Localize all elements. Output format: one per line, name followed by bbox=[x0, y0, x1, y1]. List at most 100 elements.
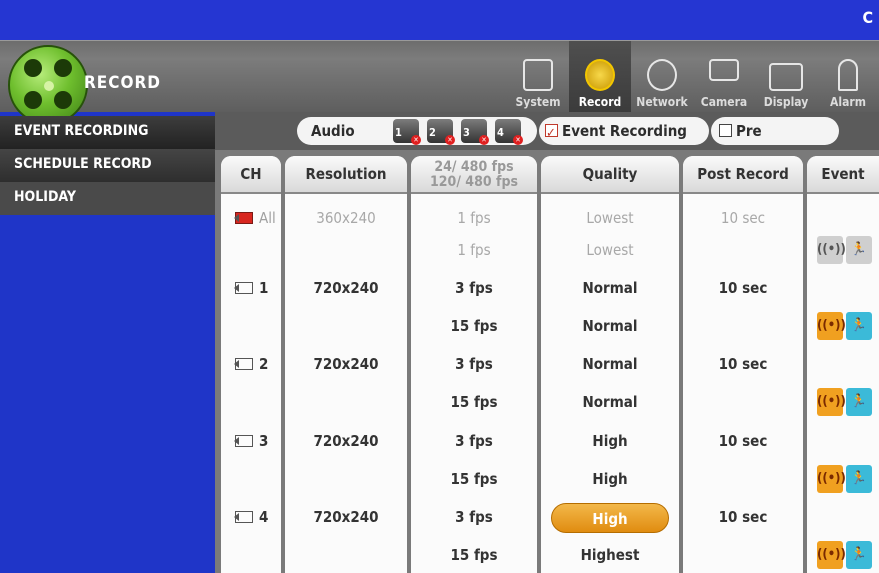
audio-channel-3-mic-icon[interactable]: 3 ✕ bbox=[461, 119, 489, 145]
camera-icon bbox=[234, 282, 253, 294]
nav-label: Network bbox=[636, 95, 688, 109]
quality-event-cell[interactable]: Normal bbox=[541, 308, 679, 345]
post-record-cell[interactable]: 10 sec bbox=[683, 270, 803, 307]
resolution-cell[interactable]: 720x240 bbox=[285, 346, 407, 383]
fps-header: 24/ 480 fps 120/ 480 fps bbox=[411, 156, 537, 194]
audio-label: Audio bbox=[311, 122, 355, 140]
nav-display[interactable]: Display bbox=[755, 41, 817, 113]
resolution-cell[interactable]: 720x240 bbox=[285, 270, 407, 307]
motion-icon[interactable]: 🏃 bbox=[846, 236, 872, 264]
fps-header-line1: 24/ 480 fps bbox=[434, 159, 514, 175]
fps-event-cell[interactable]: 15 fps bbox=[411, 384, 537, 421]
sidebar-item-schedule-record[interactable]: SCHEDULE RECORD bbox=[0, 149, 215, 182]
record-table: CH All 1 2 3 4 Resolution 360x240 720x24… bbox=[215, 150, 879, 573]
ch-cell[interactable]: 4 bbox=[221, 499, 281, 536]
pre-recording-toggle[interactable]: Pre Recording bbox=[711, 117, 839, 168]
resolution-column: Resolution 360x240 720x240 720x240 720x2… bbox=[285, 156, 407, 573]
nav-label: System bbox=[515, 95, 561, 109]
camera-icon bbox=[234, 435, 253, 447]
quality-event-cell[interactable]: Lowest bbox=[541, 232, 679, 269]
pre-recording-checkbox[interactable] bbox=[719, 124, 732, 137]
event-triggers-all[interactable]: ((•)) 🏃 bbox=[817, 236, 873, 264]
ch-all-cell[interactable]: All bbox=[221, 200, 281, 237]
audio-channel-2-mic-icon[interactable]: 2 ✕ bbox=[427, 119, 455, 145]
post-record-cell[interactable]: 10 sec bbox=[683, 200, 803, 237]
quality-cell[interactable]: Normal bbox=[541, 346, 679, 383]
fps-cell[interactable]: 3 fps bbox=[411, 499, 537, 536]
nav-network[interactable]: Network bbox=[631, 41, 693, 113]
corner-letter: C bbox=[862, 8, 873, 27]
ch-cell[interactable]: 2 bbox=[221, 346, 281, 383]
quality-event-cell[interactable]: Highest bbox=[541, 537, 679, 573]
resolution-cell[interactable]: 720x240 bbox=[285, 423, 407, 460]
nav-label: Alarm bbox=[830, 95, 866, 109]
post-record-cell[interactable]: 10 sec bbox=[683, 499, 803, 536]
audio-channel-4-mic-icon[interactable]: 4 ✕ bbox=[495, 119, 523, 145]
event-recording-checkbox[interactable] bbox=[545, 120, 558, 148]
sensor-icon[interactable]: ((•)) bbox=[817, 388, 846, 416]
quality-event-cell[interactable]: Normal bbox=[541, 384, 679, 421]
fps-header-line2: 120/ 480 fps bbox=[430, 174, 518, 190]
event-triggers[interactable]: ((•)) 🏃 bbox=[817, 388, 873, 416]
motion-icon[interactable]: 🏃 bbox=[846, 388, 872, 416]
post-record-cell[interactable]: 10 sec bbox=[683, 346, 803, 383]
sensor-icon[interactable]: ((•)) bbox=[817, 465, 846, 493]
event-triggers[interactable]: ((•)) 🏃 bbox=[817, 465, 873, 493]
event-column: Event ((•)) 🏃 ((•)) 🏃 ((•)) 🏃 ((•)) 🏃 ((… bbox=[807, 156, 879, 573]
post-record-header: Post Record bbox=[683, 156, 803, 194]
camera-icon bbox=[234, 358, 253, 370]
nav-camera[interactable]: Camera bbox=[693, 41, 755, 113]
sensor-icon[interactable]: ((•)) bbox=[817, 236, 846, 264]
alarm-icon bbox=[838, 59, 858, 91]
ch-cell[interactable]: 1 bbox=[221, 270, 281, 307]
quality-cell[interactable]: High bbox=[541, 423, 679, 460]
fps-event-cell[interactable]: 15 fps bbox=[411, 308, 537, 345]
nav-alarm[interactable]: Alarm bbox=[817, 41, 879, 113]
nav-label: Camera bbox=[700, 95, 748, 109]
resolution-header: Resolution bbox=[285, 156, 407, 194]
audio-channel-1-mic-icon[interactable]: 1 ✕ bbox=[393, 119, 421, 145]
nav-label: Record bbox=[578, 95, 622, 109]
fps-event-cell[interactable]: 15 fps bbox=[411, 537, 537, 573]
post-record-column: Post Record 10 sec 10 sec 10 sec 10 sec … bbox=[683, 156, 803, 573]
sensor-icon[interactable]: ((•)) bbox=[817, 541, 846, 569]
event-triggers[interactable]: ((•)) 🏃 bbox=[817, 312, 873, 340]
main-nav: System Record Network Camera Display Ala… bbox=[507, 41, 879, 113]
sidebar-item-holiday[interactable]: HOLIDAY bbox=[0, 182, 215, 215]
fps-cell[interactable]: 3 fps bbox=[411, 423, 537, 460]
display-icon bbox=[769, 63, 803, 91]
audio-control: Audio 1 ✕ 2 ✕ 3 ✕ 4 ✕ bbox=[297, 117, 537, 145]
resolution-cell[interactable]: 720x240 bbox=[285, 499, 407, 536]
event-recording-label: Event Recording bbox=[562, 122, 687, 140]
event-recording-toggle[interactable]: Event Recording bbox=[539, 117, 709, 148]
quality-cell[interactable]: Normal bbox=[541, 270, 679, 307]
nav-record[interactable]: Record bbox=[569, 41, 631, 113]
top-strip: C bbox=[0, 0, 879, 40]
motion-icon[interactable]: 🏃 bbox=[846, 465, 872, 493]
sensor-icon[interactable]: ((•)) bbox=[817, 312, 846, 340]
resolution-cell[interactable]: 360x240 bbox=[285, 200, 407, 237]
page-title: RECORD bbox=[84, 73, 161, 93]
fps-column: 24/ 480 fps 120/ 480 fps 1 fps 1 fps 3 f… bbox=[411, 156, 537, 573]
event-header: Event bbox=[807, 156, 879, 194]
sidebar-item-event-recording[interactable]: EVENT RECORDING bbox=[0, 116, 215, 149]
quality-column: Quality Lowest Lowest Normal Normal Norm… bbox=[541, 156, 679, 573]
fps-cell[interactable]: 3 fps bbox=[411, 346, 537, 383]
nav-system[interactable]: System bbox=[507, 41, 569, 113]
event-triggers[interactable]: ((•)) 🏃 bbox=[817, 541, 873, 569]
fps-event-cell[interactable]: 1 fps bbox=[411, 232, 537, 269]
post-record-cell[interactable]: 10 sec bbox=[683, 423, 803, 460]
quality-event-cell[interactable]: High bbox=[541, 461, 679, 498]
camera-all-icon bbox=[234, 212, 253, 224]
nav-label: Display bbox=[763, 95, 809, 109]
ch-cell[interactable]: 3 bbox=[221, 423, 281, 460]
motion-icon[interactable]: 🏃 bbox=[846, 541, 872, 569]
camera-icon bbox=[234, 511, 253, 523]
motion-icon[interactable]: 🏃 bbox=[846, 312, 872, 340]
quality-cell-selected[interactable]: High bbox=[541, 499, 679, 536]
fps-cell[interactable]: 3 fps bbox=[411, 270, 537, 307]
network-icon bbox=[647, 59, 677, 91]
record-reel-icon bbox=[585, 59, 615, 91]
fps-event-cell[interactable]: 15 fps bbox=[411, 461, 537, 498]
quality-highlight[interactable]: High bbox=[551, 502, 669, 533]
